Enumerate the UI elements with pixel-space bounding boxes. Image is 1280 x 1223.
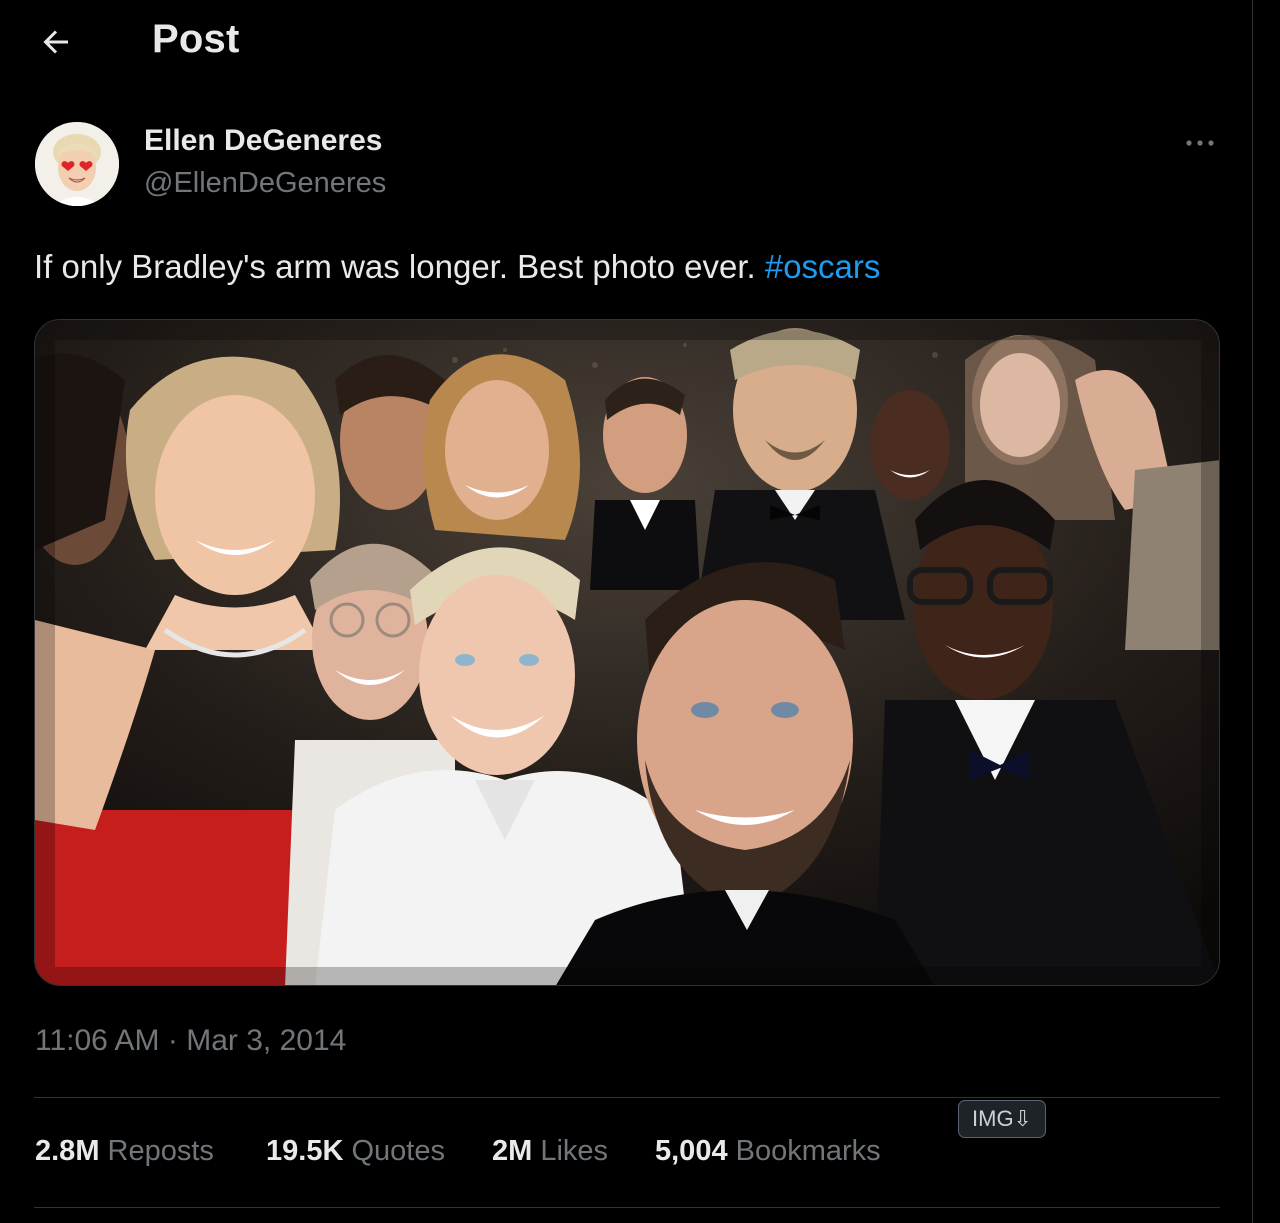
group-selfie-image <box>35 320 1219 985</box>
image-download-badge[interactable]: IMG⇩ <box>958 1100 1046 1138</box>
hashtag-link[interactable]: #oscars <box>765 248 881 285</box>
stat-likes[interactable]: 2M Likes <box>492 1135 608 1168</box>
tweet-date-link[interactable]: Mar 3, 2014 <box>186 1024 346 1057</box>
tweet-body: If only Bradley's arm was longer. Best p… <box>34 248 756 285</box>
post-header: Post <box>0 0 1252 84</box>
post-page: Post Ellen DeGeneres @EllenDeGeneres If … <box>0 0 1280 1223</box>
stat-likes-label: Likes <box>540 1135 609 1167</box>
author-avatar[interactable] <box>35 122 119 206</box>
divider-top <box>34 1097 1220 1098</box>
main-column: Post Ellen DeGeneres @EllenDeGeneres If … <box>0 0 1253 1223</box>
stat-likes-value: 2M <box>492 1135 533 1167</box>
stat-reposts[interactable]: 2.8M Reposts <box>35 1135 214 1168</box>
back-button[interactable] <box>34 20 78 64</box>
stat-bookmarks[interactable]: 5,004 Bookmarks <box>655 1135 881 1168</box>
author-name[interactable]: Ellen DeGeneres <box>144 124 382 158</box>
stat-bookmarks-value: 5,004 <box>655 1135 728 1167</box>
stat-bookmarks-label: Bookmarks <box>735 1135 881 1167</box>
page-title: Post <box>152 17 240 61</box>
stat-quotes-value: 19.5K <box>266 1135 344 1167</box>
timestamp-separator: · <box>167 1024 178 1057</box>
author-handle[interactable]: @EllenDeGeneres <box>144 167 386 200</box>
arrow-left-icon <box>43 30 68 54</box>
tweet-time-link[interactable]: 11:06 AM <box>35 1024 160 1057</box>
heart-eyes-avatar-icon <box>35 122 119 206</box>
stat-quotes-label: Quotes <box>351 1135 445 1167</box>
more-horizontal-icon <box>1186 140 1214 146</box>
more-options-button[interactable] <box>1180 125 1220 161</box>
tweet-photo[interactable] <box>34 319 1220 986</box>
divider-bottom <box>34 1207 1220 1208</box>
tweet-text: If only Bradley's arm was longer. Best p… <box>34 248 880 286</box>
stat-reposts-value: 2.8M <box>35 1135 100 1167</box>
tweet-timestamp: 11:06 AM · Mar 3, 2014 <box>35 1024 346 1058</box>
stat-quotes[interactable]: 19.5K Quotes <box>266 1135 445 1168</box>
stat-reposts-label: Reposts <box>107 1135 214 1167</box>
